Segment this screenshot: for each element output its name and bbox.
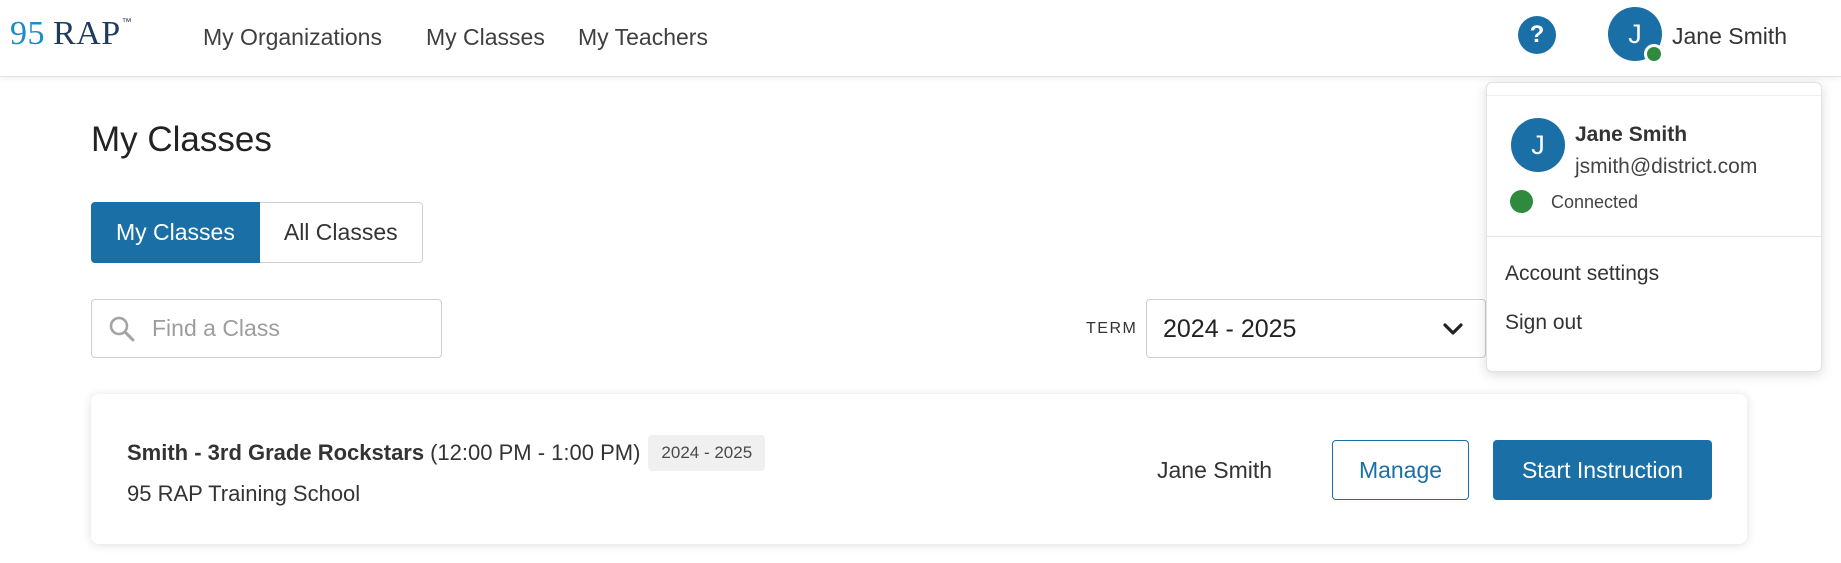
online-status-dot (1644, 44, 1664, 64)
manage-button[interactable]: Manage (1332, 440, 1469, 500)
term-label: TERM (1086, 320, 1138, 337)
chevron-down-icon (1443, 323, 1463, 335)
start-instruction-button[interactable]: Start Instruction (1493, 440, 1712, 500)
class-name: Smith - 3rd Grade Rockstars (127, 440, 425, 465)
class-school-name: 95 RAP Training School (127, 481, 361, 506)
avatar: J (1511, 118, 1565, 172)
question-circle-icon[interactable]: ? (1518, 16, 1556, 54)
top-navigation-bar: 95 RAP™ My Organizations My Classes My Te… (0, 0, 1841, 77)
user-dropdown-menu: J Jane Smith jsmith@district.com Connect… (1486, 82, 1822, 372)
nav-link-my-classes[interactable]: My Classes (426, 22, 545, 52)
class-card: Smith - 3rd Grade Rockstars (12:00 PM - … (91, 394, 1747, 544)
term-select[interactable]: 2024 - 2025 (1146, 299, 1486, 358)
class-title-line: Smith - 3rd Grade Rockstars (12:00 PM - … (127, 434, 766, 472)
logo-trademark: ™ (121, 17, 133, 28)
nav-link-my-organizations[interactable]: My Organizations (203, 22, 382, 52)
class-teacher-name: Jane Smith (1157, 457, 1273, 483)
all-classes-toggle-button[interactable]: All Classes (259, 202, 423, 263)
logo-number: 95 (10, 15, 45, 52)
class-term-badge: 2024 - 2025 (648, 435, 766, 471)
header-user-name: Jane Smith (1672, 23, 1788, 49)
connection-status-icon (1510, 190, 1533, 213)
nav-link-my-teachers[interactable]: My Teachers (578, 22, 708, 52)
account-settings-menu-item[interactable]: Account settings (1505, 259, 1659, 289)
app-logo[interactable]: 95 RAP™ (10, 14, 132, 54)
user-menu-header: J Jane Smith jsmith@district.com Connect… (1487, 95, 1821, 237)
class-filter-toggle: My Classes All Classes (91, 202, 423, 263)
menu-user-email: jsmith@district.com (1575, 155, 1758, 178)
term-selected-value: 2024 - 2025 (1163, 315, 1297, 343)
class-search-box (91, 299, 442, 358)
connection-status-text: Connected (1551, 192, 1639, 212)
page-title: My Classes (91, 120, 272, 159)
menu-user-name: Jane Smith (1575, 123, 1688, 146)
logo-text: RAP (53, 15, 121, 52)
sign-out-menu-item[interactable]: Sign out (1505, 308, 1582, 338)
user-menu-toggle[interactable]: J Jane Smith (1606, 6, 1806, 68)
my-classes-toggle-button[interactable]: My Classes (91, 202, 260, 263)
class-time: (12:00 PM - 1:00 PM) (430, 440, 641, 465)
search-icon (109, 316, 135, 342)
search-input[interactable] (152, 300, 432, 357)
